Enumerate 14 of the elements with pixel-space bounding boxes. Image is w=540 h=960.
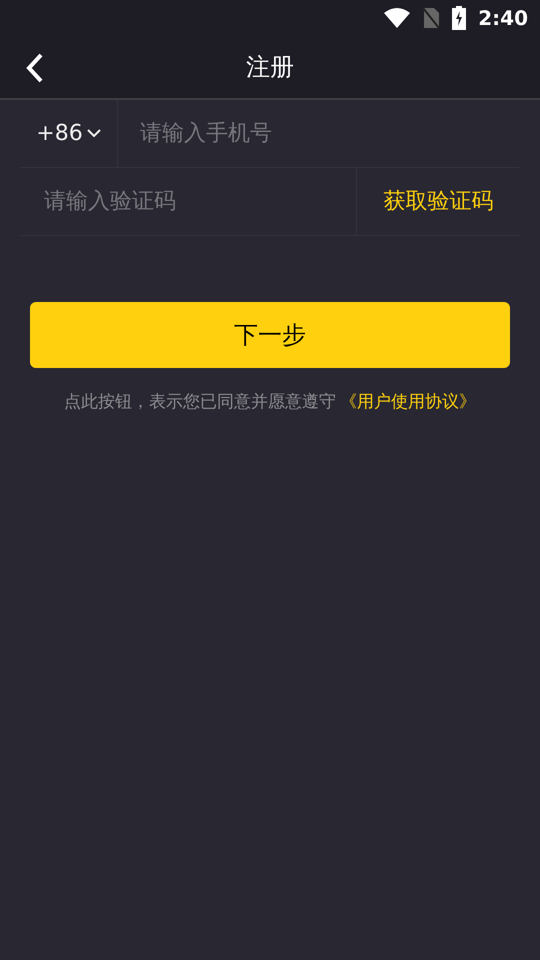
user-agreement-link[interactable]: 《用户使用协议》 — [340, 390, 476, 416]
status-time: 2:40 — [478, 5, 528, 32]
country-code-selector[interactable]: +86 — [20, 100, 118, 167]
page-title: 注册 — [246, 52, 294, 83]
battery-icon — [452, 6, 466, 30]
phone-input[interactable]: 请输入手机号 — [118, 100, 520, 167]
chevron-down-icon — [86, 129, 101, 138]
wifi-icon — [384, 8, 410, 28]
next-button[interactable]: 下一步 — [30, 302, 510, 368]
code-input[interactable]: 请输入验证码 — [20, 168, 356, 235]
agreement-text: 点此按钮，表示您已同意并愿意遵守 — [64, 391, 336, 414]
no-sim-icon — [422, 7, 440, 29]
back-icon — [26, 53, 44, 83]
get-code-button[interactable]: 获取验证码 — [356, 168, 520, 235]
